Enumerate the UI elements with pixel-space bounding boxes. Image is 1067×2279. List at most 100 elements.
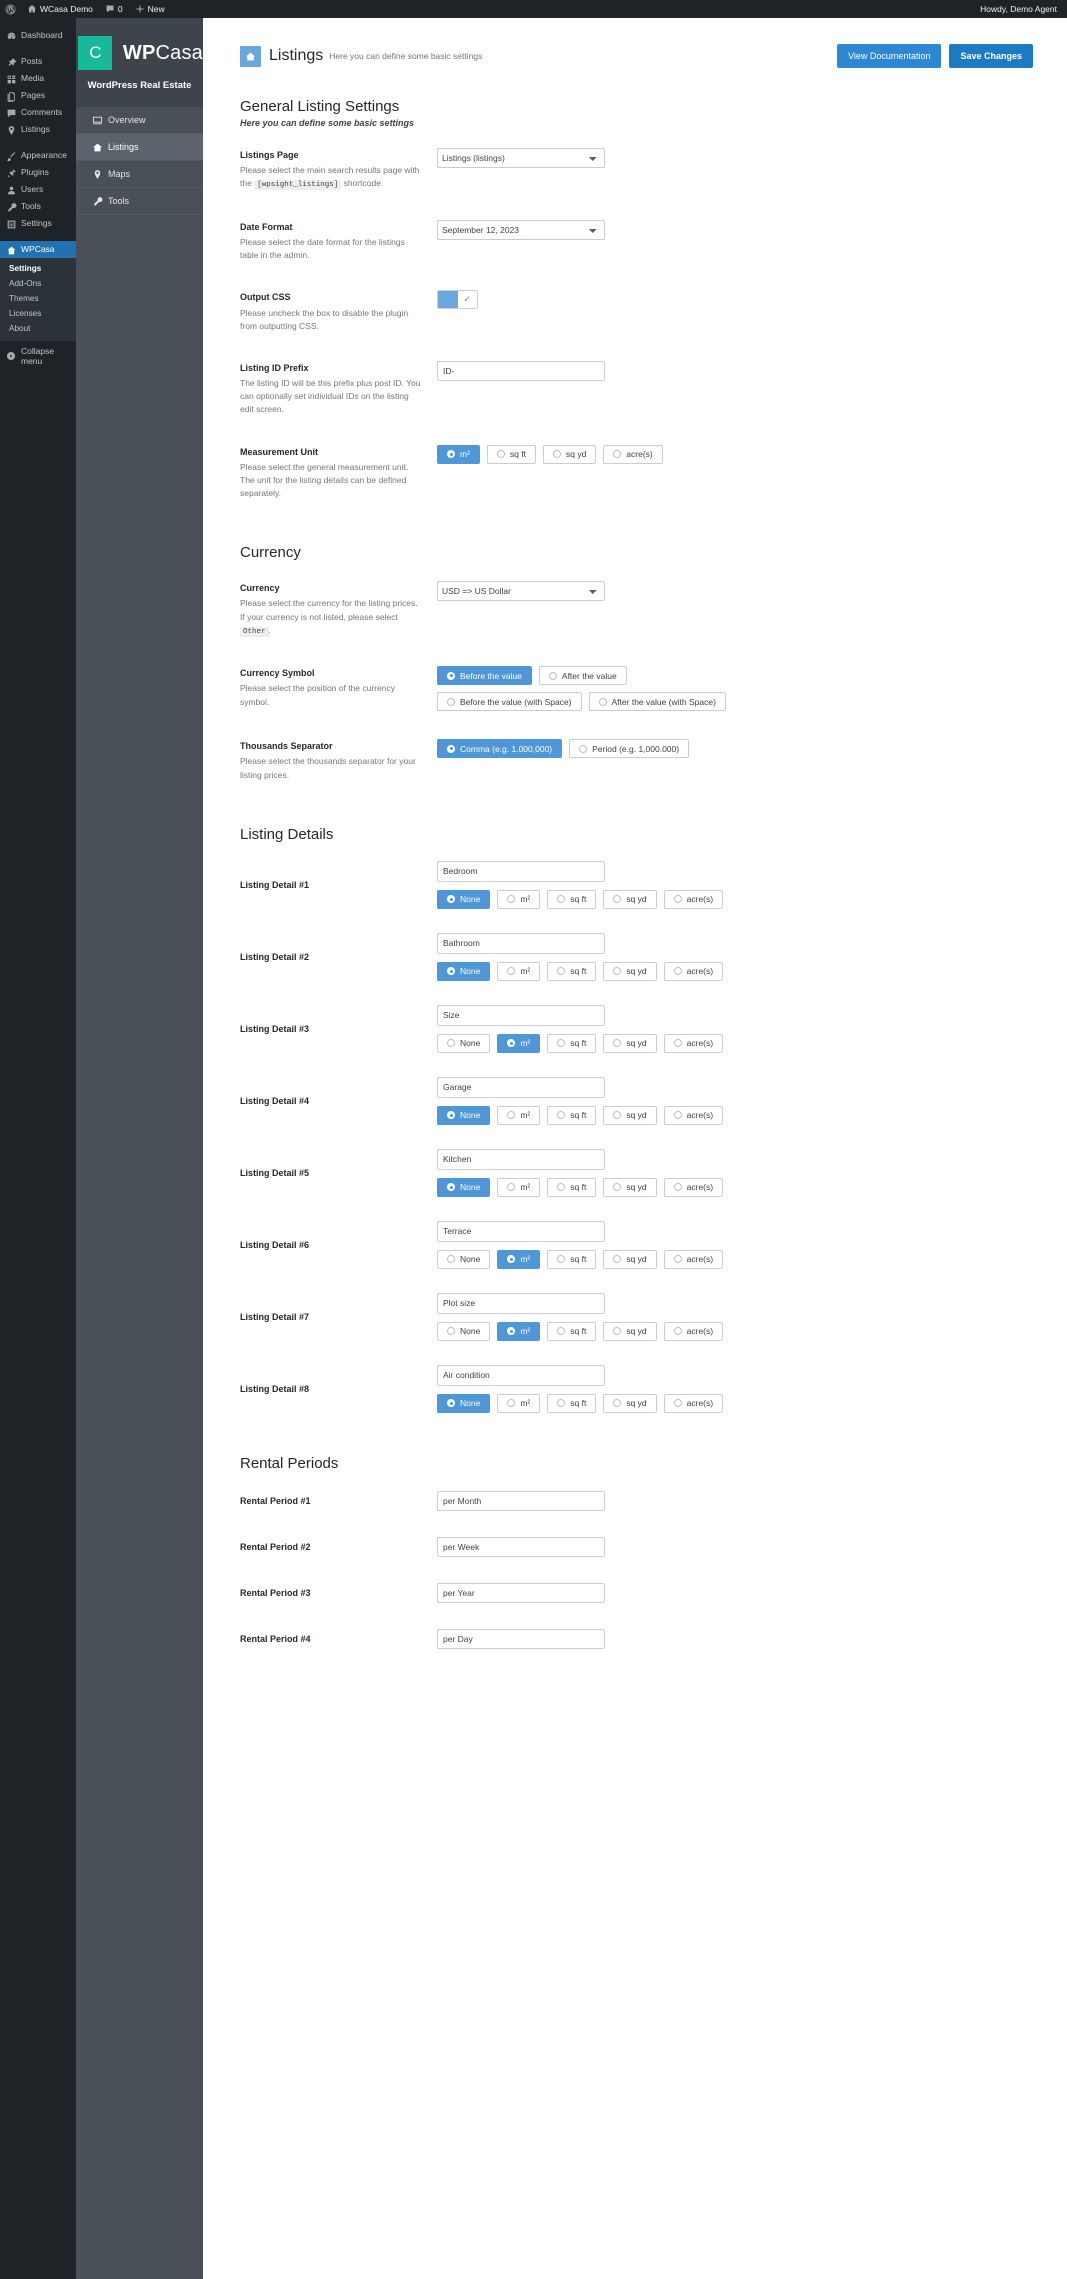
radio-option[interactable]: acre(s)	[663, 1105, 724, 1125]
radio-option[interactable]: sq yd	[603, 889, 657, 909]
radio-option[interactable]: m²	[497, 1177, 541, 1197]
radio-option[interactable]: m²	[497, 1249, 541, 1269]
nav-item-maps[interactable]: Maps	[76, 161, 203, 188]
radio-option[interactable]: sq yd	[603, 1321, 657, 1341]
new-content-menu[interactable]: New	[129, 0, 171, 18]
radio-option[interactable]: sq yd	[603, 1249, 657, 1269]
field-currency-symbol: Currency Symbol Please select the positi…	[240, 652, 1033, 725]
listing-detail-input[interactable]	[437, 860, 605, 882]
listing-detail-input[interactable]	[437, 1004, 605, 1026]
wordpress-logo-menu[interactable]	[0, 0, 21, 18]
radio-option[interactable]: sq yd	[603, 1177, 657, 1197]
nav-item-listings[interactable]: Listings	[76, 134, 203, 161]
radio-label: After the value (with Space)	[611, 696, 716, 707]
submenu-item-settings[interactable]: Settings	[0, 261, 76, 276]
rental-period-input[interactable]	[437, 1582, 605, 1603]
radio-option[interactable]: sq yd	[603, 1393, 657, 1413]
radio-option[interactable]: acre(s)	[663, 961, 724, 981]
output-css-toggle[interactable]: ✓	[437, 290, 478, 310]
listing-detail-input[interactable]	[437, 1292, 605, 1314]
radio-option[interactable]: None	[437, 1393, 491, 1413]
nav-item-overview[interactable]: Overview	[76, 107, 203, 134]
radio-option[interactable]: acre(s)	[663, 1033, 724, 1053]
radio-option[interactable]: Period (e.g. 1,000.000)	[569, 739, 690, 759]
radio-option[interactable]: acre(s)	[663, 1321, 724, 1341]
radio-option[interactable]: m²	[497, 1033, 541, 1053]
radio-option[interactable]: After the value (with Space)	[588, 692, 726, 712]
sidebar-item-plugins[interactable]: Plugins	[0, 164, 76, 181]
listing-detail-input[interactable]	[437, 1076, 605, 1098]
radio-option[interactable]: acre(s)	[663, 1177, 724, 1197]
radio-option[interactable]: sq ft	[547, 1033, 597, 1053]
currency-select[interactable]: USD => US Dollar	[437, 581, 605, 602]
rental-period-label: Rental Period #3	[240, 1587, 311, 1598]
radio-option[interactable]: sq yd	[603, 1033, 657, 1053]
sidebar-item-listings[interactable]: Listings	[0, 121, 76, 138]
sidebar-item-settings[interactable]: Settings	[0, 215, 76, 232]
radio-option[interactable]: sq ft	[547, 961, 597, 981]
radio-option[interactable]: m²	[497, 1321, 541, 1341]
radio-option[interactable]: sq ft	[547, 1177, 597, 1197]
radio-option[interactable]: None	[437, 1321, 491, 1341]
save-changes-button[interactable]: Save Changes	[949, 44, 1033, 68]
submenu-item-add-ons[interactable]: Add-Ons	[0, 276, 76, 291]
sidebar-item-wpcasa[interactable]: WPCasa	[0, 241, 76, 258]
collapse-menu-button[interactable]: Collapse menu	[0, 346, 76, 366]
radio-option[interactable]: sq ft	[547, 1393, 597, 1413]
radio-option[interactable]: m²	[497, 889, 541, 909]
sidebar-item-tools[interactable]: Tools	[0, 198, 76, 215]
comments-bubble[interactable]: 0	[99, 0, 129, 18]
howdy-menu[interactable]: Howdy, Demo Agent	[980, 4, 1067, 14]
comment-icon	[105, 4, 115, 14]
listing-detail-input[interactable]	[437, 1220, 605, 1242]
radio-option[interactable]: m²	[437, 444, 480, 464]
radio-option[interactable]: None	[437, 961, 491, 981]
submenu-item-themes[interactable]: Themes	[0, 291, 76, 306]
sidebar-item-media[interactable]: Media	[0, 70, 76, 87]
rental-period-input[interactable]	[437, 1628, 605, 1649]
radio-option[interactable]: Before the value (with Space)	[437, 692, 582, 712]
rental-period-input[interactable]	[437, 1536, 605, 1557]
radio-option[interactable]: sq ft	[547, 1321, 597, 1341]
radio-option[interactable]: After the value	[538, 666, 627, 686]
radio-option[interactable]: m²	[497, 961, 541, 981]
listings-page-select[interactable]: Listings (listings)	[437, 148, 605, 168]
radio-option[interactable]: None	[437, 889, 491, 909]
site-name-menu[interactable]: WCasa Demo	[21, 0, 99, 18]
radio-option[interactable]: sq yd	[542, 444, 597, 464]
radio-option[interactable]: m²	[497, 1105, 541, 1125]
listing-detail-input[interactable]	[437, 1148, 605, 1170]
radio-option[interactable]: acre(s)	[663, 1393, 724, 1413]
radio-option[interactable]: Before the value	[437, 666, 532, 686]
date-format-select[interactable]: September 12, 2023	[437, 219, 605, 240]
radio-option[interactable]: None	[437, 1033, 491, 1053]
nav-item-tools[interactable]: Tools	[76, 188, 203, 215]
sidebar-item-comments[interactable]: Comments	[0, 104, 76, 121]
radio-option[interactable]: sq yd	[603, 1105, 657, 1125]
radio-option[interactable]: None	[437, 1177, 491, 1197]
listing-id-prefix-input[interactable]	[437, 360, 605, 381]
radio-option[interactable]: None	[437, 1105, 491, 1125]
radio-option[interactable]: acre(s)	[603, 444, 663, 464]
radio-option[interactable]: sq ft	[547, 1105, 597, 1125]
listing-detail-input[interactable]	[437, 932, 605, 954]
sidebar-item-pages[interactable]: Pages	[0, 87, 76, 104]
view-documentation-button[interactable]: View Documentation	[837, 44, 942, 68]
radio-option[interactable]: sq ft	[547, 889, 597, 909]
radio-option[interactable]: sq ft	[486, 444, 536, 464]
radio-option[interactable]: Comma (e.g. 1.000,000)	[437, 739, 563, 759]
submenu-item-licenses[interactable]: Licenses	[0, 306, 76, 321]
radio-option[interactable]: acre(s)	[663, 1249, 724, 1269]
sidebar-item-posts[interactable]: Posts	[0, 53, 76, 70]
radio-option[interactable]: m²	[497, 1393, 541, 1413]
sidebar-item-users[interactable]: Users	[0, 181, 76, 198]
sidebar-item-dashboard[interactable]: Dashboard	[0, 27, 76, 44]
radio-option[interactable]: sq ft	[547, 1249, 597, 1269]
radio-option[interactable]: sq yd	[603, 961, 657, 981]
submenu-item-about[interactable]: About	[0, 321, 76, 336]
radio-option[interactable]: None	[437, 1249, 491, 1269]
radio-option[interactable]: acre(s)	[663, 889, 724, 909]
rental-period-input[interactable]	[437, 1490, 605, 1511]
sidebar-item-appearance[interactable]: Appearance	[0, 147, 76, 164]
listing-detail-input[interactable]	[437, 1364, 605, 1386]
